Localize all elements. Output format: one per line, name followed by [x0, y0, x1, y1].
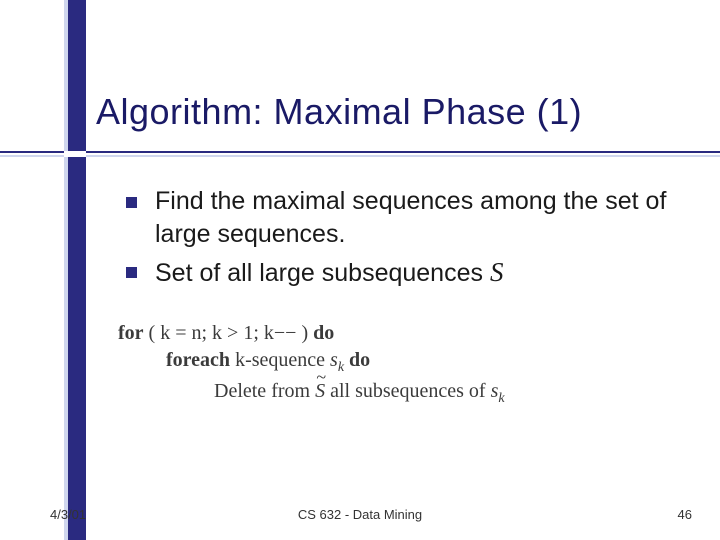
algo-var: s — [330, 349, 338, 371]
vertical-rule-dark — [68, 0, 86, 540]
keyword-for: for — [118, 322, 144, 344]
keyword-do: do — [344, 349, 370, 371]
bullet-text: Find the maximal sequences among the set… — [155, 185, 680, 251]
rule-intersection-gap — [64, 151, 86, 157]
bullet-square-icon — [126, 267, 137, 278]
algo-text: k-sequence — [230, 349, 330, 371]
title-rule-light — [0, 155, 720, 157]
algo-text: ( k = n; k > 1; k−− ) — [144, 322, 314, 344]
algo-line-2: foreach k-sequence sk do — [166, 347, 505, 378]
algo-line-1: for ( k = n; k > 1; k−− ) do — [118, 320, 505, 347]
bullet-text-prefix: Set of all large subsequences — [155, 259, 490, 287]
bullet-square-icon — [126, 197, 137, 208]
algo-text: Delete from — [214, 380, 315, 402]
algo-line-3: Delete from S all subsequences of sk — [214, 378, 505, 409]
bullet-item: Find the maximal sequences among the set… — [126, 185, 680, 251]
footer-page-number: 46 — [678, 507, 692, 522]
bullet-text: Set of all large subsequences S — [155, 255, 503, 291]
bullet-item: Set of all large subsequences S — [126, 255, 680, 291]
slide-title: Algorithm: Maximal Phase (1) — [96, 92, 690, 132]
algo-set-var: S — [315, 378, 325, 405]
algorithm-block: for ( k = n; k > 1; k−− ) do foreach k-s… — [118, 320, 505, 409]
bullet-math-var: S — [490, 257, 504, 287]
title-wrap: Algorithm: Maximal Phase (1) — [96, 92, 690, 132]
footer-course: CS 632 - Data Mining — [0, 507, 720, 522]
body-content: Find the maximal sequences among the set… — [126, 185, 680, 295]
slide: Algorithm: Maximal Phase (1) Find the ma… — [0, 0, 720, 540]
keyword-do: do — [313, 322, 334, 344]
title-rule-dark — [0, 151, 720, 153]
algo-sub: k — [498, 391, 504, 406]
algo-text: all subsequences of — [325, 380, 491, 402]
keyword-foreach: foreach — [166, 349, 230, 371]
